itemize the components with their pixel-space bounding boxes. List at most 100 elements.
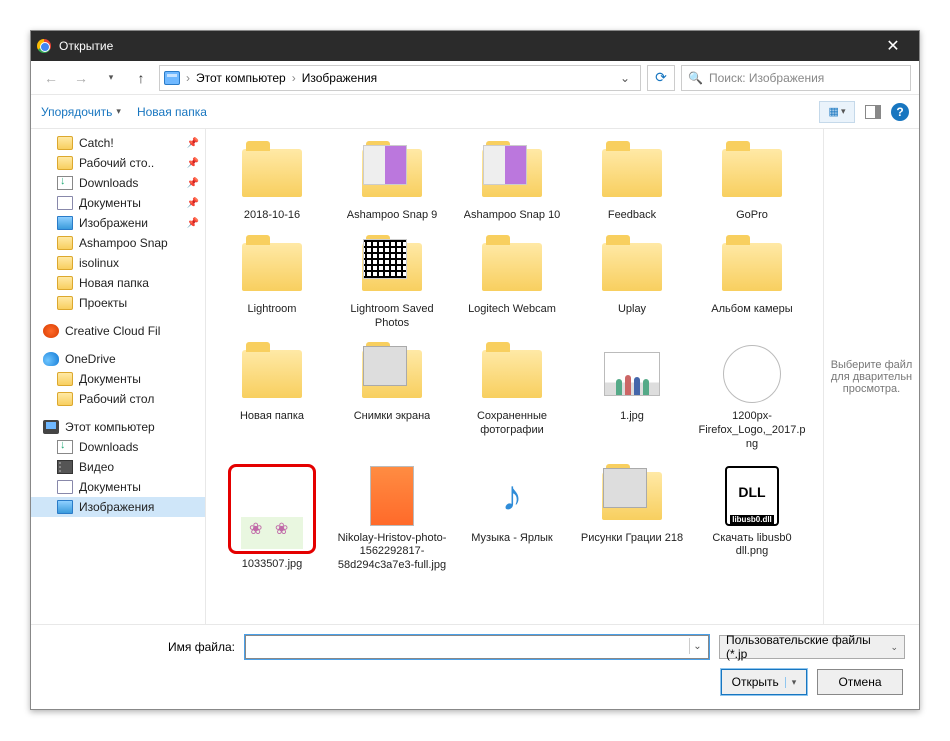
file-tile[interactable]: Feedback — [572, 135, 692, 229]
filename-history-dropdown[interactable]: ⌄ — [689, 638, 705, 654]
preview-pane: Выберите файл для дварительн просмотра. — [823, 129, 919, 624]
file-tile[interactable]: GoPro — [692, 135, 812, 229]
preview-placeholder: Выберите файл для дварительн просмотра. — [830, 359, 913, 395]
file-label: Lightroom Saved Photos — [336, 303, 448, 331]
dl-icon — [57, 176, 73, 190]
sidebar-item[interactable]: Этот компьютер — [31, 417, 205, 437]
sidebar-item[interactable]: Документы — [31, 477, 205, 497]
sidebar-item[interactable]: Рабочий сто..📌 — [31, 153, 205, 173]
file-label: Рисунки Грации 218 — [581, 532, 683, 546]
file-list[interactable]: 2018-10-16Ashampoo Snap 9Ashampoo Snap 1… — [206, 129, 823, 624]
sidebar-item[interactable]: OneDrive — [31, 349, 205, 369]
sidebar-item[interactable]: Creative Cloud Fil — [31, 321, 205, 341]
onedrive-icon — [43, 352, 59, 366]
file-tile[interactable]: 1200px-Firefox_Logo,_2017.png — [692, 336, 812, 457]
sidebar-item[interactable]: Изображения — [31, 497, 205, 517]
new-folder-label: Новая папка — [137, 105, 207, 119]
vid-icon — [57, 460, 73, 474]
filetype-select[interactable]: Пользовательские файлы (*.jp ⌄ — [719, 635, 905, 659]
doc-icon — [57, 196, 73, 210]
nav-up-button[interactable]: ↑ — [129, 66, 153, 90]
file-tile[interactable]: Альбом камеры — [692, 229, 812, 337]
file-label: Сохраненные фотографии — [456, 410, 568, 438]
pin-icon: 📌 — [187, 178, 199, 189]
file-tile[interactable]: ♪Музыка - Ярлык — [452, 458, 572, 579]
file-tile[interactable]: Ashampoo Snap 10 — [452, 135, 572, 229]
close-button[interactable]: ✕ — [873, 31, 913, 61]
file-tile[interactable]: 1033507.jpg — [212, 458, 332, 579]
nav-tree[interactable]: Catch!📌Рабочий сто..📌Downloads📌Документы… — [31, 129, 206, 624]
sidebar-item-label: Проекты — [79, 296, 127, 310]
file-tile[interactable]: Nikolay-Hristov-photo-1562292817-58d294c… — [332, 458, 452, 579]
sidebar-item[interactable]: isolinux — [31, 253, 205, 273]
sidebar-item-label: isolinux — [79, 256, 119, 270]
open-file-dialog: Открытие ✕ ← → ▾ ↑ › Этот компьютер › Из… — [30, 30, 920, 710]
sidebar-item[interactable]: Видео — [31, 457, 205, 477]
sidebar-item[interactable]: Рабочий стол — [31, 389, 205, 409]
filename-input[interactable] — [245, 635, 709, 659]
file-tile[interactable]: Lightroom — [212, 229, 332, 337]
help-button[interactable]: ? — [891, 103, 909, 121]
sidebar-item-label: Рабочий стол — [79, 392, 154, 406]
file-tile[interactable]: Рисунки Грации 218 — [572, 458, 692, 579]
open-split-dropdown[interactable]: ▾ — [785, 677, 797, 688]
view-menu[interactable]: ▦ ▾ — [819, 101, 855, 123]
file-tile[interactable]: 1.jpg — [572, 336, 692, 457]
open-button-label: Открыть — [732, 675, 779, 689]
window-title: Открытие — [59, 39, 113, 53]
file-tile[interactable]: Logitech Webcam — [452, 229, 572, 337]
pin-icon: 📌 — [187, 198, 199, 209]
new-folder-button[interactable]: Новая папка — [137, 105, 207, 119]
file-tile[interactable]: 2018-10-16 — [212, 135, 332, 229]
organize-menu[interactable]: Упорядочить ▾ — [41, 105, 121, 119]
cancel-button[interactable]: Отмена — [817, 669, 903, 695]
search-placeholder: Поиск: Изображения — [709, 71, 824, 85]
breadcrumb-seg-1[interactable]: Изображения — [302, 71, 377, 85]
folder-icon — [57, 256, 73, 270]
pin-icon: 📌 — [187, 218, 199, 229]
search-icon: 🔍 — [688, 71, 703, 85]
search-input[interactable]: 🔍 Поиск: Изображения — [681, 65, 911, 91]
img-icon — [57, 500, 73, 514]
file-tile[interactable]: Uplay — [572, 229, 692, 337]
preview-pane-toggle[interactable] — [865, 105, 881, 119]
cancel-button-label: Отмена — [838, 675, 881, 689]
file-label: Скачать libusb0 dll.png — [696, 532, 808, 560]
sidebar-item-label: Новая папка — [79, 276, 149, 290]
sidebar-item[interactable]: Downloads — [31, 437, 205, 457]
folder-icon — [57, 276, 73, 290]
sidebar-item[interactable]: Изображени📌 — [31, 213, 205, 233]
nav-forward-button[interactable]: → — [69, 66, 93, 90]
filename-label: Имя файла: — [45, 640, 235, 654]
breadcrumb-sep: › — [184, 71, 192, 85]
sidebar-item-label: Документы — [79, 480, 141, 494]
nav-bar: ← → ▾ ↑ › Этот компьютер › Изображения ⌄… — [31, 61, 919, 95]
img-icon — [57, 216, 73, 230]
file-tile[interactable]: Снимки экрана — [332, 336, 452, 457]
breadcrumb-dropdown[interactable]: ⌄ — [614, 71, 636, 85]
sidebar-item[interactable]: Ashampoo Snap — [31, 233, 205, 253]
nav-back-button[interactable]: ← — [39, 66, 63, 90]
refresh-button[interactable]: ⟳ — [647, 65, 675, 91]
breadcrumb-seg-0[interactable]: Этот компьютер — [196, 71, 286, 85]
sidebar-item-label: Ashampoo Snap — [79, 236, 168, 250]
sidebar-item[interactable]: Проекты — [31, 293, 205, 313]
file-label: Feedback — [608, 209, 656, 223]
chevron-down-icon: ▾ — [116, 106, 121, 117]
sidebar-item[interactable]: Новая папка — [31, 273, 205, 293]
file-tile[interactable]: Сохраненные фотографии — [452, 336, 572, 457]
file-label: Uplay — [618, 303, 646, 317]
file-tile[interactable]: Новая папка — [212, 336, 332, 457]
file-tile[interactable]: libusb0.dllСкачать libusb0 dll.png — [692, 458, 812, 579]
breadcrumb[interactable]: › Этот компьютер › Изображения ⌄ — [159, 65, 641, 91]
sidebar-item[interactable]: Downloads 📌 — [31, 173, 205, 193]
file-tile[interactable]: Ashampoo Snap 9 — [332, 135, 452, 229]
sidebar-item[interactable]: Catch!📌 — [31, 133, 205, 153]
nav-history-dropdown[interactable]: ▾ — [99, 66, 123, 90]
open-button[interactable]: Открыть ▾ — [721, 669, 807, 695]
dialog-footer: Имя файла: ⌄ Пользовательские файлы (*.j… — [31, 624, 919, 709]
sidebar-item-label: Downloads — [79, 176, 138, 190]
sidebar-item[interactable]: Документы📌 — [31, 193, 205, 213]
sidebar-item[interactable]: Документы — [31, 369, 205, 389]
file-tile[interactable]: Lightroom Saved Photos — [332, 229, 452, 337]
